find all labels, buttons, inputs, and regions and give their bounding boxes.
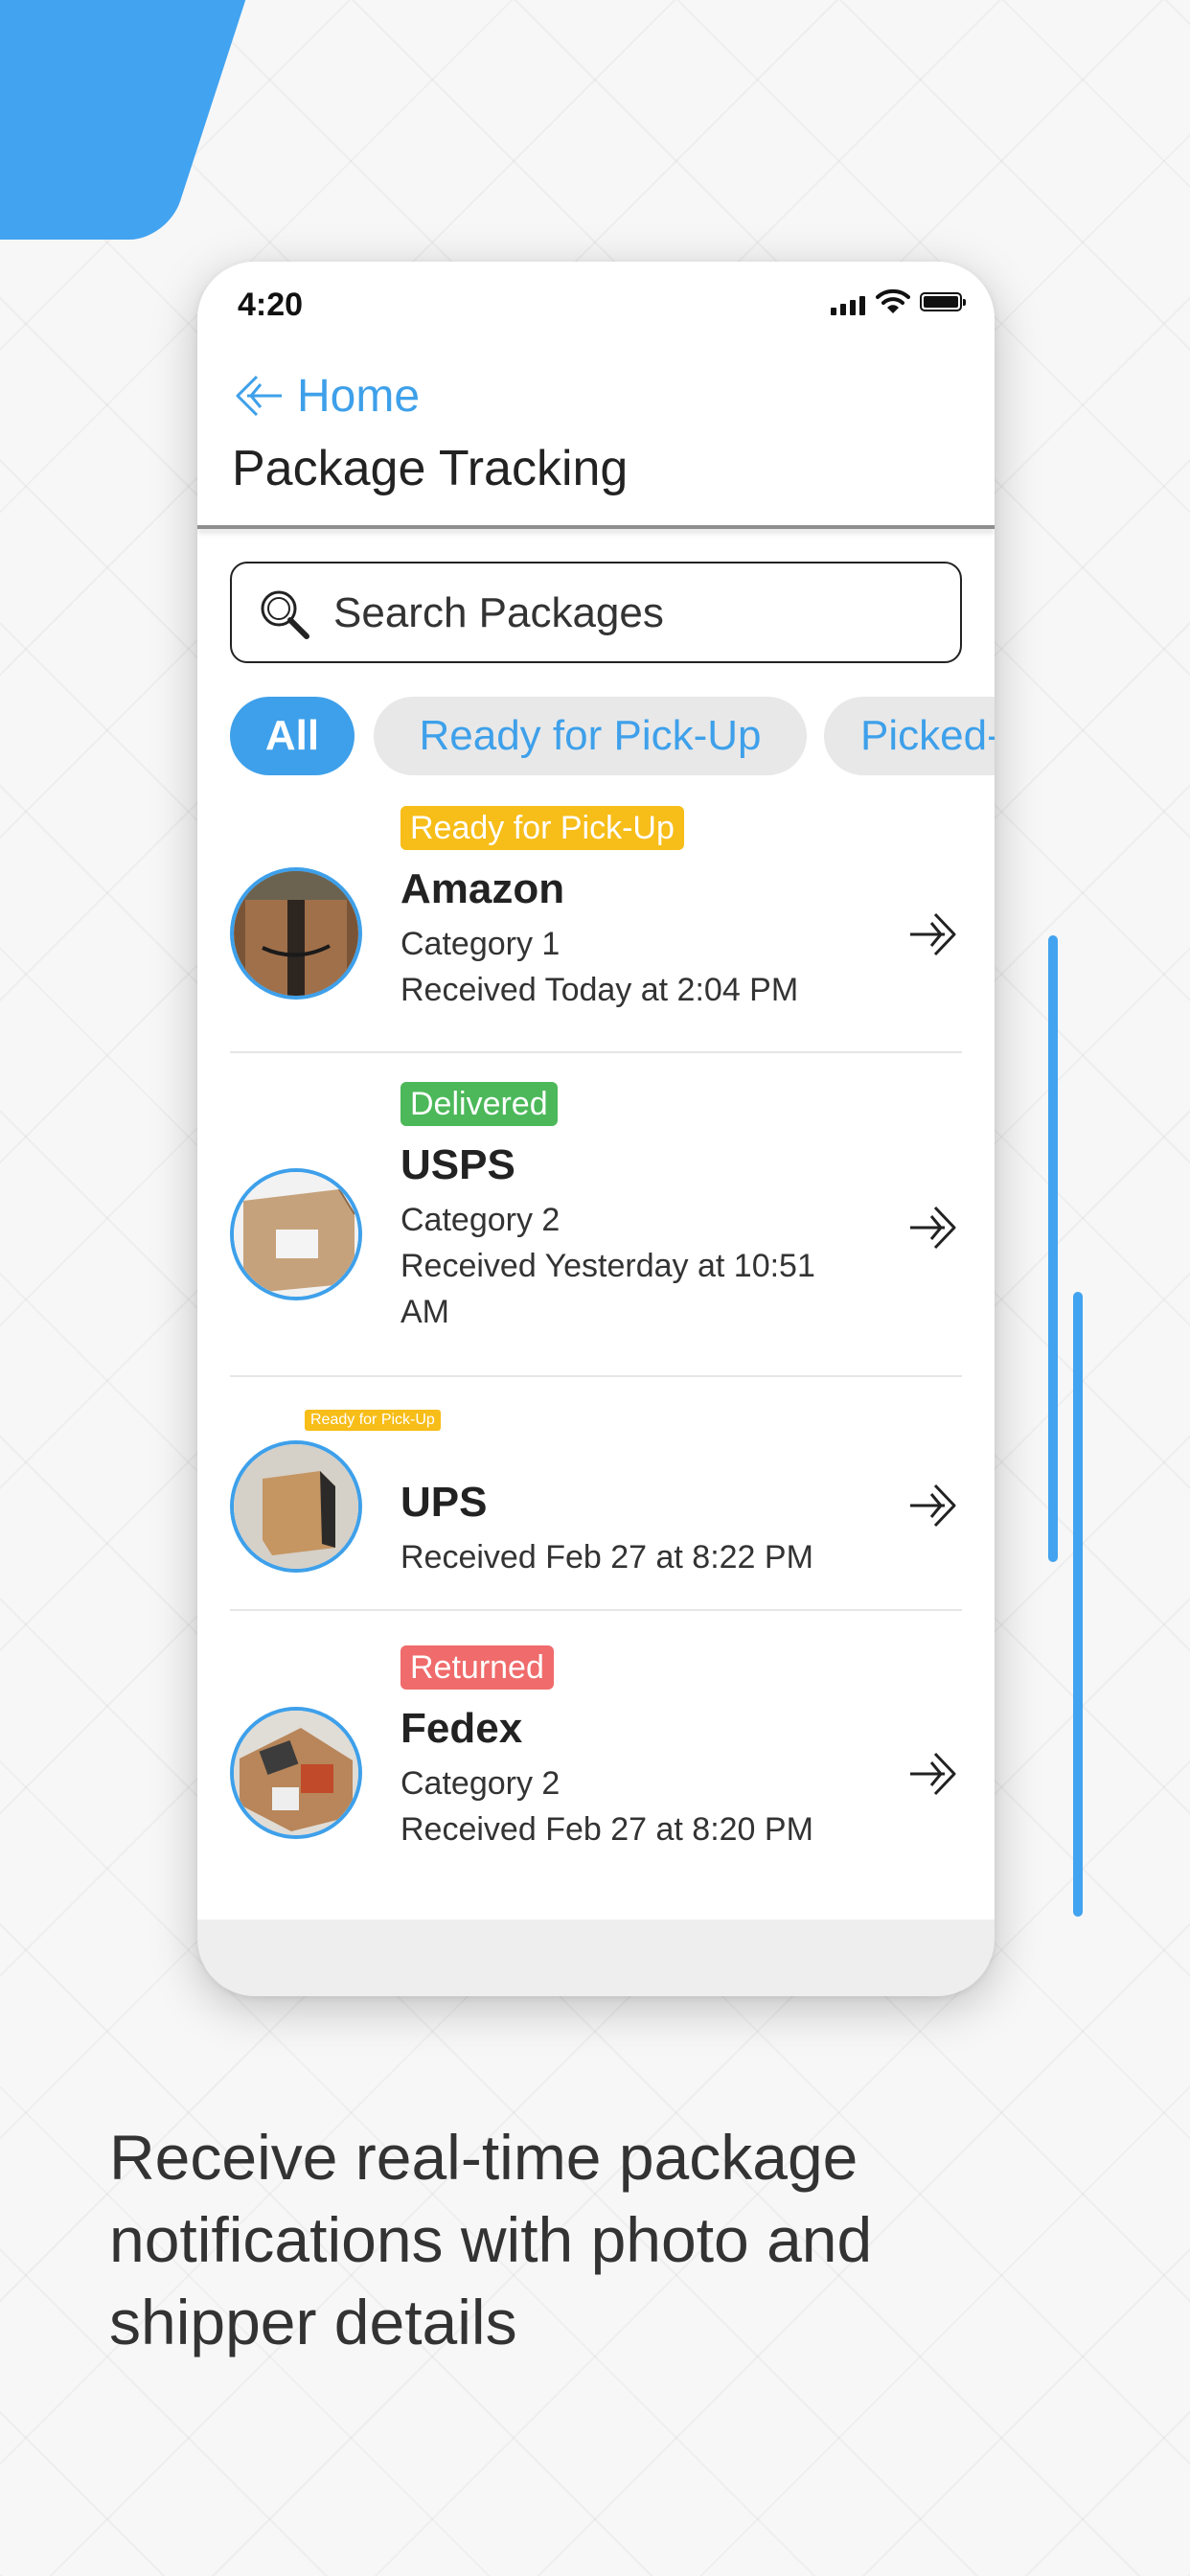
status-badge: Delivered (400, 1082, 558, 1126)
package-row[interactable]: Delivered USPS Category 2 Received Yeste… (230, 1082, 962, 1385)
filter-chips: All Ready for Pick-Up Picked- (230, 697, 995, 777)
package-row[interactable]: Returned Fedex Category 2 Received Feb 2… (230, 1645, 962, 1895)
header-divider (197, 525, 995, 529)
filter-chip-picked[interactable]: Picked- (824, 697, 995, 775)
package-photo (230, 1707, 362, 1839)
carrier-name: USPS (400, 1141, 515, 1188)
chevron-right-icon[interactable] (908, 1751, 958, 1797)
status-badge: Returned (400, 1645, 554, 1690)
chevron-right-icon[interactable] (908, 1205, 958, 1251)
decorative-blue-shape (0, 0, 292, 240)
battery-icon (920, 292, 966, 311)
carrier-name: Fedex (400, 1705, 523, 1752)
received-time: Received Yesterday at 10:51 (400, 1248, 815, 1284)
cellular-signal-icon (831, 294, 865, 315)
status-bar: 4:20 (197, 262, 995, 348)
decorative-line-2 (1073, 1292, 1083, 1917)
package-category: Category 2 (400, 1765, 561, 1802)
carrier-name: Amazon (400, 865, 565, 912)
package-category: Category 1 (400, 926, 561, 962)
page-title: Package Tracking (232, 441, 629, 496)
status-time: 4:20 (238, 287, 304, 323)
status-badge: Ready for Pick-Up (400, 806, 684, 850)
back-label: Home (297, 370, 421, 422)
received-time: Received Feb 27 at 8:20 PM (400, 1811, 813, 1848)
received-time: Received Feb 27 at 8:22 PM (400, 1539, 813, 1576)
wifi-icon (876, 288, 910, 313)
search-input[interactable]: Search Packages (230, 562, 962, 663)
package-row[interactable]: Ready for Pick-Up Amazon Category 1 Rece… (230, 806, 962, 1047)
row-divider (230, 1375, 962, 1377)
decorative-line-1 (1048, 935, 1058, 1562)
carrier-name: UPS (400, 1479, 488, 1526)
status-badge: Ready for Pick-Up (305, 1410, 441, 1431)
package-photo (230, 1440, 362, 1573)
phone-frame: 4:20 Home Package Tracking Search Packag… (197, 262, 995, 1996)
marketing-caption: Receive real-time package notifications … (109, 2122, 873, 2358)
package-row[interactable]: Ready for Pick-Up UPS Received Feb 27 at… (230, 1410, 962, 1601)
back-arrow-icon (236, 375, 282, 417)
filter-chip-all[interactable]: All (230, 697, 355, 775)
search-placeholder: Search Packages (333, 589, 664, 636)
app-screen: 4:20 Home Package Tracking Search Packag… (197, 262, 995, 1920)
chevron-right-icon[interactable] (908, 1483, 958, 1529)
package-photo (230, 1168, 362, 1300)
row-divider (230, 1609, 962, 1611)
search-icon (261, 590, 309, 639)
received-time-continued: AM (400, 1294, 449, 1330)
received-time: Received Today at 2:04 PM (400, 972, 799, 1008)
back-button[interactable]: Home (234, 367, 420, 425)
chevron-right-icon[interactable] (908, 911, 958, 957)
filter-chip-ready[interactable]: Ready for Pick-Up (374, 697, 807, 775)
row-divider (230, 1051, 962, 1053)
package-photo (230, 867, 362, 1000)
package-category: Category 2 (400, 1202, 561, 1238)
